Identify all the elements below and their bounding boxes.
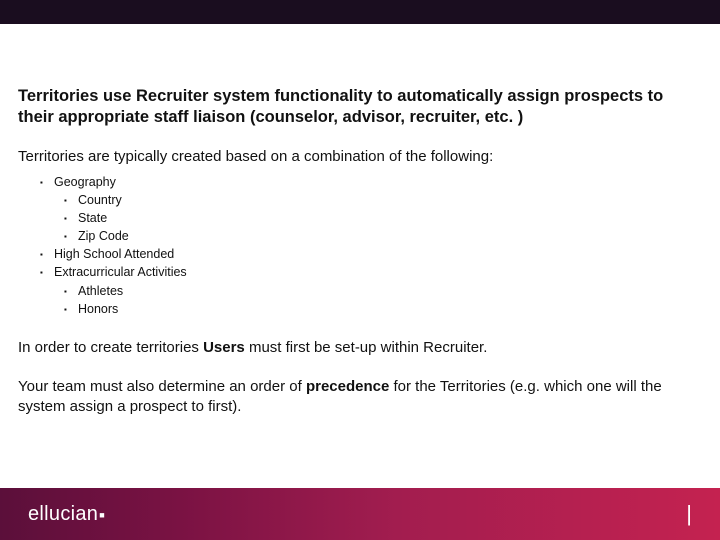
list-text: Geography [54,175,116,189]
list-item: Honors [78,300,702,318]
text-run: In order to create territories [18,339,203,356]
bold-precedence: precedence [306,378,389,395]
list-item: High School Attended [54,245,702,263]
brand-logo: ellucian■ [28,503,105,526]
slide-content: Territories use Recruiter system functio… [0,86,720,416]
list-item: State [78,209,702,227]
list-item: Athletes [78,282,702,300]
list-text: High School Attended [54,247,174,261]
list-text: Zip Code [78,229,129,243]
bold-users: Users [203,339,245,356]
top-bar [0,0,720,24]
users-paragraph: In order to create territories Users mus… [18,338,702,358]
criteria-list: Geography Country State Zip Code High Sc… [18,173,702,318]
list-text: Honors [78,302,118,316]
list-item: Extracurricular Activities Athletes Hono… [54,263,702,317]
text-run: Your team must also determine an order o… [18,378,306,395]
text-run: must first be set-up within Recruiter. [245,339,488,356]
divider-icon: | [686,501,692,527]
precedence-paragraph: Your team must also determine an order o… [18,377,702,416]
list-item: Zip Code [78,227,702,245]
list-text: State [78,211,107,225]
sub-list: Country State Zip Code [54,191,702,245]
list-item: Country [78,191,702,209]
list-text: Athletes [78,284,123,298]
headline: Territories use Recruiter system functio… [18,86,702,127]
brand-dot-icon: ■ [99,510,105,520]
list-text: Extracurricular Activities [54,265,187,279]
sub-list: Athletes Honors [54,282,702,318]
list-item: Geography Country State Zip Code [54,173,702,246]
intro-paragraph: Territories are typically created based … [18,147,702,167]
brand-text: ellucian [28,503,98,525]
list-text: Country [78,193,122,207]
footer: ellucian■ | [0,488,720,540]
